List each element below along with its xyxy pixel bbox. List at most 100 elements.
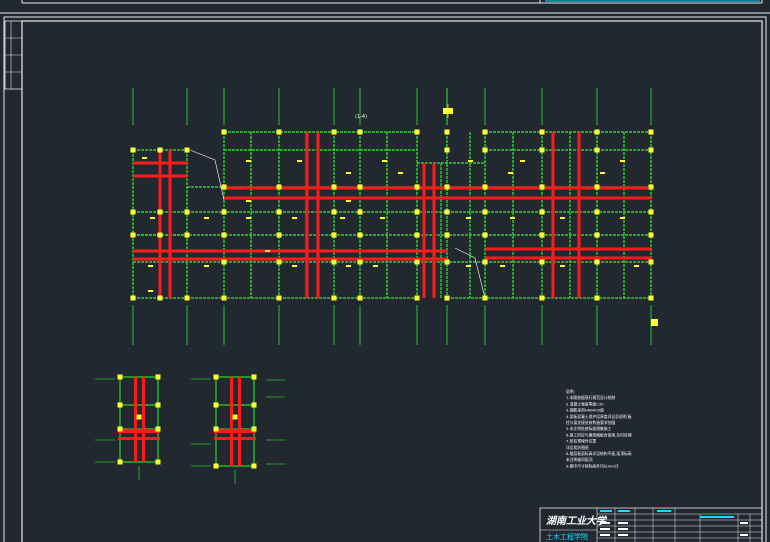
detail-rebar <box>214 437 256 440</box>
stair-outline <box>189 149 225 201</box>
column <box>539 259 545 265</box>
beam-label <box>466 265 471 267</box>
detail-column <box>213 402 219 408</box>
column <box>331 295 337 301</box>
note-line: 2.混凝土强度等级C30 <box>566 401 604 406</box>
column <box>594 295 600 301</box>
section-marker <box>443 104 658 326</box>
beam-label <box>148 265 153 267</box>
beam-label <box>148 290 153 292</box>
rebar-band-vertical <box>305 132 309 298</box>
column <box>444 295 450 301</box>
detail-rebar <box>118 437 160 440</box>
note-line: 8.楼层板面标高详见结构平面,梁顶标高 <box>566 451 632 456</box>
column <box>444 232 450 238</box>
column-markers <box>130 129 654 301</box>
column-detail <box>191 374 257 484</box>
column <box>157 295 163 301</box>
detail-column <box>117 374 123 380</box>
column <box>221 259 227 265</box>
note-line: 6.施工时应与建筑图配合使用,及时处理 <box>566 432 632 437</box>
detail-rebar <box>118 429 160 433</box>
column <box>648 184 654 190</box>
column <box>648 209 654 215</box>
detail-rebar <box>142 377 145 462</box>
column <box>357 295 363 301</box>
detail-column <box>213 463 219 469</box>
rebar-band-vertical <box>168 150 172 298</box>
column <box>539 147 545 153</box>
column <box>594 209 600 215</box>
column <box>331 232 337 238</box>
detail-column <box>251 426 257 432</box>
beam-label <box>150 217 155 219</box>
detail-column <box>251 374 257 380</box>
rebar-band-horizontal <box>224 186 651 190</box>
beam-label <box>346 172 351 174</box>
beam-label <box>297 160 302 162</box>
rebar-band-horizontal <box>133 249 447 253</box>
detail-column <box>251 402 257 408</box>
column <box>482 232 488 238</box>
column <box>357 209 363 215</box>
column <box>276 129 282 135</box>
note-line: 柱与梁交接处按构造要求加强 <box>566 420 616 425</box>
column <box>539 129 545 135</box>
column <box>648 129 654 135</box>
column <box>331 259 337 265</box>
column <box>594 232 600 238</box>
column <box>414 259 420 265</box>
column <box>594 184 600 190</box>
plan-label: (1-4) <box>355 114 367 120</box>
beam-label <box>380 217 385 219</box>
cad-drawing-canvas: (1-4) 说明:1.本图依据现行规范设计绘制2.混凝土强度等级C30 3.钢筋采… <box>0 0 770 542</box>
column <box>414 295 420 301</box>
detail-column <box>213 426 219 432</box>
column <box>331 184 337 190</box>
detail-column <box>213 374 219 380</box>
beam-label <box>204 217 209 219</box>
note-line: 7.所有预埋件位置 <box>566 439 596 444</box>
beam-label <box>373 265 378 267</box>
column <box>444 129 450 135</box>
general-notes: 说明:1.本图依据现行规范设计绘制2.混凝土强度等级C30 3.钢筋采用HRB40… <box>566 389 632 468</box>
column <box>130 209 136 215</box>
column <box>444 147 450 153</box>
column <box>444 209 450 215</box>
column <box>130 147 136 153</box>
beam-label <box>510 217 515 219</box>
column <box>482 129 488 135</box>
column <box>130 295 136 301</box>
beam-label <box>600 172 605 174</box>
note-line: 4.梁板混凝土保护层厚度详见总说明,板 <box>566 414 632 419</box>
rebar-band-vertical <box>158 150 162 298</box>
detail-column <box>155 426 161 432</box>
column <box>184 147 190 153</box>
column <box>414 209 420 215</box>
column <box>482 147 488 153</box>
column <box>444 259 450 265</box>
column <box>648 295 654 301</box>
note-line: 说明: <box>566 389 575 394</box>
title-block: 湖南工业大学 土木工程学院 <box>539 507 763 542</box>
beam-label <box>382 160 387 162</box>
column <box>221 295 227 301</box>
note-line: 9.图中尺寸除标高外均以mm计 <box>566 463 619 468</box>
beam-label <box>246 200 251 202</box>
detail-column <box>155 374 161 380</box>
column <box>357 232 363 238</box>
beam-label <box>634 265 639 267</box>
beam-label <box>500 265 505 267</box>
detail-rebar <box>214 429 256 433</box>
beam-label <box>292 265 297 267</box>
column <box>157 232 163 238</box>
beam-label <box>246 160 251 162</box>
column <box>594 129 600 135</box>
column <box>276 209 282 215</box>
column <box>276 259 282 265</box>
note-line: 5.未注明处按标准图集施工 <box>566 426 612 431</box>
beam-label <box>508 172 513 174</box>
detail-rebar <box>238 377 241 466</box>
binding-strip <box>4 20 23 90</box>
column <box>594 259 600 265</box>
